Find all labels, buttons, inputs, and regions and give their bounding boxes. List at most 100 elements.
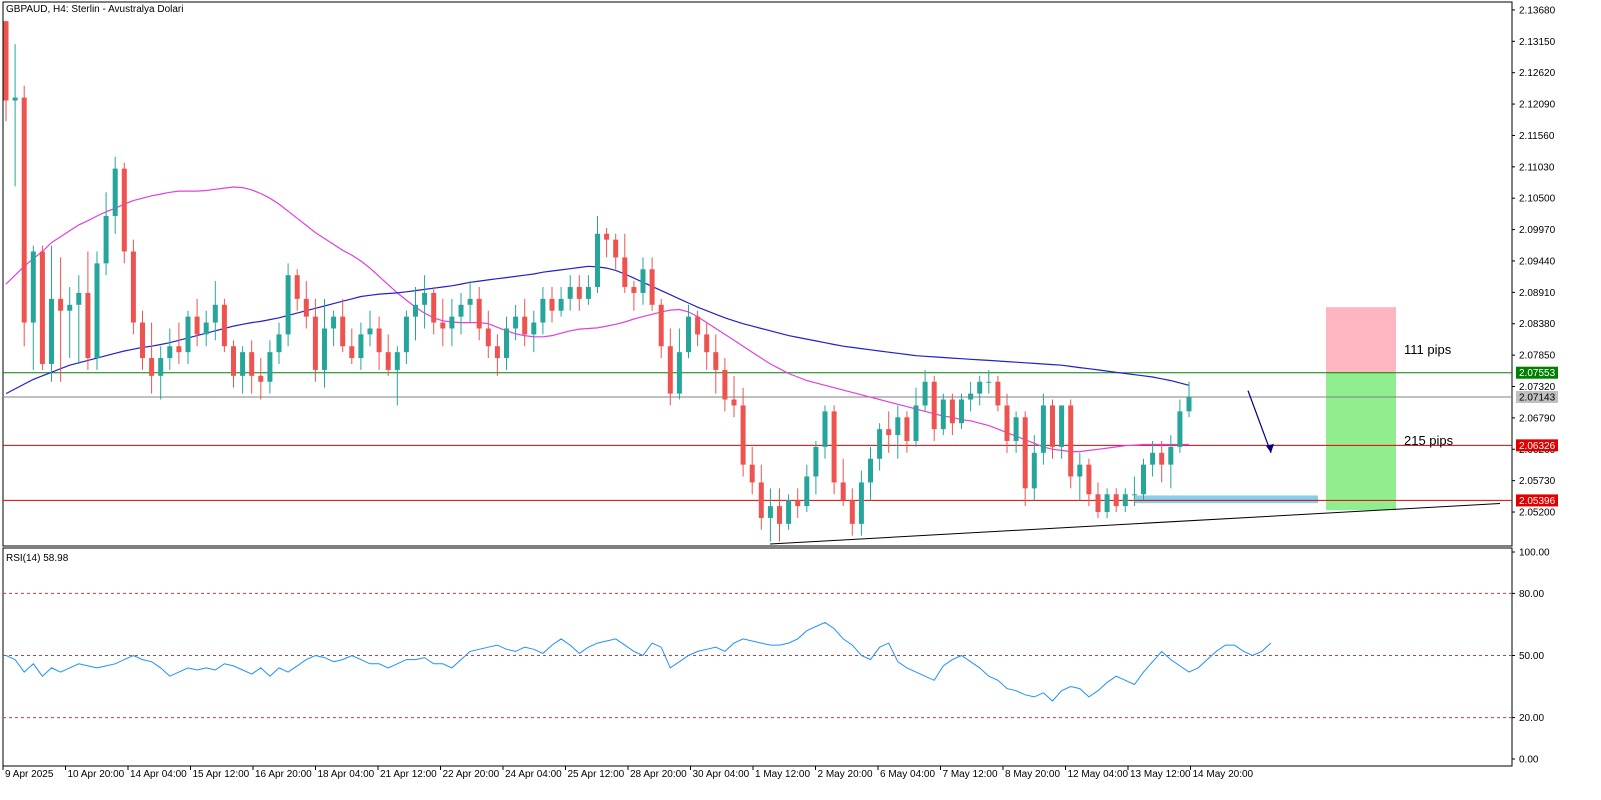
candle-body [85,292,91,359]
candle [221,298,227,353]
time-tick-label: 25 Apr 12:00 [568,769,625,780]
horizontal-lines[interactable] [3,372,1512,501]
time-tick-label: 12 May 04:00 [1068,769,1129,780]
candle-body [913,405,919,441]
chart-canvas: GBPAUD, H4: Sterlin - Avustralya Dolari … [2,1,1558,780]
stop-zone [1326,307,1396,373]
candle [121,162,127,264]
candle-body [531,322,537,335]
candle-body [440,322,446,329]
candle-body [831,411,837,483]
price-tick-label: 2.05200 [1519,508,1556,519]
candle [949,393,955,436]
price-tick-label: 2.12620 [1519,68,1556,79]
candle-body [331,316,337,329]
candle-body [686,316,691,353]
candle [840,458,846,507]
candle [76,275,82,364]
price-tick-label: 2.12090 [1519,100,1556,111]
candle-body [813,446,819,477]
candle-body [749,464,755,483]
candle [1077,452,1083,501]
candle [1031,435,1037,501]
rsi-tick-label: 20.00 [1519,713,1544,724]
candle [1004,393,1010,453]
candle-body [476,298,482,329]
candle-body [176,346,182,353]
candle-body [358,334,364,359]
candle [631,281,637,311]
trendline [769,503,1501,545]
candle-body [112,168,118,216]
candle [1095,482,1101,518]
support-zone [1134,495,1318,504]
candle-body [30,251,36,323]
candle-body [231,346,236,376]
candle [767,488,773,542]
candle [258,358,264,400]
candle [831,405,837,495]
candle-body [212,304,218,323]
price-tick-label: 2.07850 [1519,351,1556,362]
candle [722,358,728,412]
candle-body [67,304,73,311]
candle-body [158,358,164,376]
candle-body [795,500,801,507]
candle [1177,399,1183,453]
candle [704,322,710,370]
candle-body [767,506,773,518]
candle [312,298,318,382]
candle-body [349,346,355,359]
candle-body [804,476,810,507]
candle-body [1086,464,1092,495]
candle [1086,458,1092,507]
candle [531,310,537,353]
time-tick-label: 24 Apr 04:00 [505,769,562,780]
candle [676,328,682,400]
rsi-title: RSI(14) 58.98 [6,553,69,564]
candle-body [1095,494,1101,513]
candle-body [94,263,100,359]
candle-body [949,399,955,424]
candles [3,21,1192,542]
candle [203,310,209,347]
candle-body [676,352,682,394]
candle-body [130,251,136,323]
candle [385,334,391,376]
candle-body [12,97,18,101]
rsi-panel-frame [2,547,1513,767]
candle-body [376,328,382,353]
rsi-tick-label: 50.00 [1519,651,1544,662]
candle [413,287,418,341]
candle [49,245,54,382]
price-tag-label: 2.07143 [1519,392,1556,403]
candle [185,310,191,364]
candle-body [849,500,855,524]
candle-body [267,352,273,382]
candle-body [513,316,519,329]
candle [303,281,309,329]
chart-title: GBPAUD, H4: Sterlin - Avustralya Dolari [6,4,183,15]
position-tool[interactable] [1134,307,1396,511]
time-tick-label: 13 May 12:00 [1130,769,1191,780]
candle [331,310,337,347]
candle-body [868,458,873,483]
candle [904,411,910,453]
candle [576,275,582,311]
candle-body [303,298,309,317]
candle [1141,458,1146,501]
candle [294,269,300,311]
time-tick-label: 10 Apr 20:00 [68,769,125,780]
candle [349,328,355,364]
candle [1113,488,1119,513]
candle-body [240,352,246,376]
candle-body [140,322,145,359]
candle-body [449,316,455,329]
candle-body [713,352,719,370]
candle [604,227,610,258]
candle [1104,488,1110,518]
candle-body [394,352,400,370]
candle [476,287,482,341]
candle-body [276,334,282,353]
candle-body [49,298,54,364]
